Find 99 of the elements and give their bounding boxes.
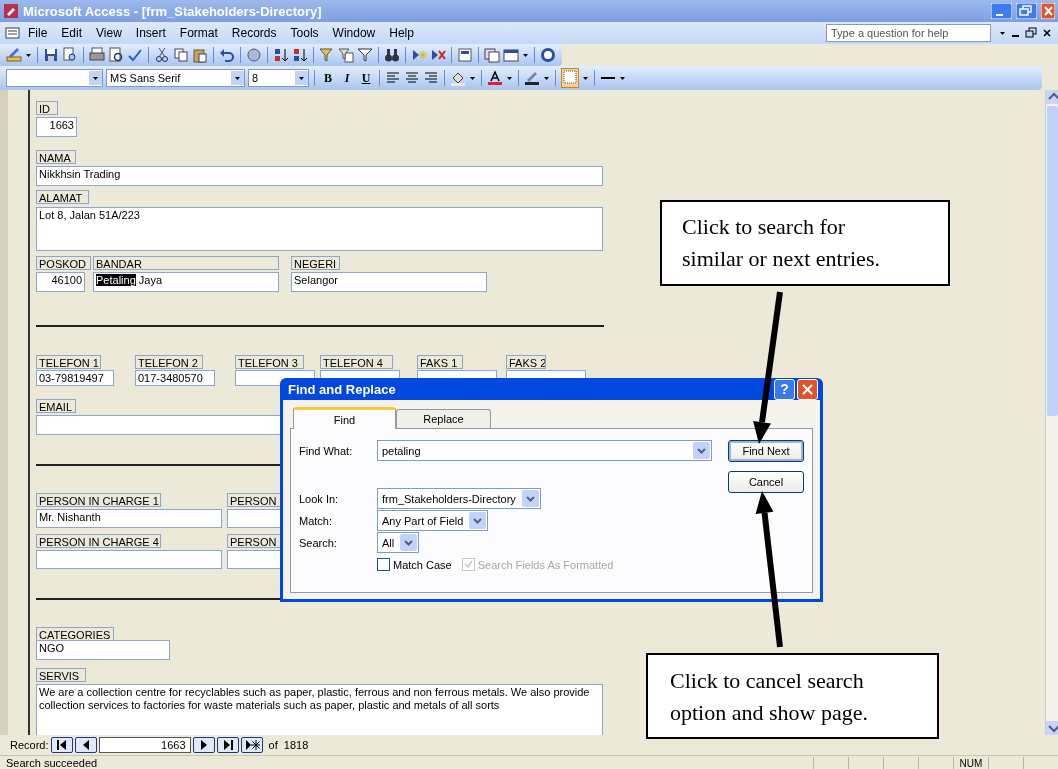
field-label: ID xyxy=(36,101,58,115)
fill-color-icon[interactable] xyxy=(450,70,466,86)
filter-icon[interactable] xyxy=(357,47,373,63)
undo-icon[interactable] xyxy=(219,47,235,63)
font-size-combo[interactable]: 8 xyxy=(248,69,309,87)
text-field[interactable]: Petaling Jaya xyxy=(93,272,279,292)
italic-button[interactable]: I xyxy=(339,70,355,86)
tab[interactable]: Replace xyxy=(396,409,491,428)
status-indicator: NUM xyxy=(953,756,988,769)
save-icon[interactable] xyxy=(43,47,59,63)
align-right-icon[interactable] xyxy=(423,70,439,86)
help-icon[interactable] xyxy=(540,47,556,63)
font-combo[interactable]: MS Sans Serif xyxy=(106,69,245,87)
checkbox-label: Match Case xyxy=(393,558,452,571)
restore-icon[interactable] xyxy=(1024,25,1038,41)
menu-item[interactable]: Insert xyxy=(129,24,172,42)
checkbox[interactable] xyxy=(377,558,390,571)
text-field[interactable] xyxy=(36,550,222,569)
filter-selection-icon[interactable] xyxy=(319,47,335,63)
dialog-button[interactable]: Cancel xyxy=(728,471,804,493)
dropdown[interactable]: All xyxy=(377,532,420,553)
record-number-field[interactable]: 1663 xyxy=(98,737,191,753)
new-object-icon[interactable] xyxy=(503,47,519,63)
field-label: Match: xyxy=(299,514,333,527)
field-label: TELEFON 3 xyxy=(235,355,304,369)
form-icon[interactable] xyxy=(4,25,20,41)
dropdown[interactable]: frm_Stakeholders-Directory xyxy=(377,488,541,509)
field-label: FAKS 1 xyxy=(417,355,463,369)
callout-box: Click to search for similar or next entries. xyxy=(660,200,950,286)
status-message: Search succeeded xyxy=(6,757,99,769)
copy-icon[interactable] xyxy=(173,47,189,63)
field-label: POSKOD xyxy=(36,256,91,270)
filter-form-icon[interactable] xyxy=(338,47,354,63)
menu-item[interactable]: File xyxy=(22,24,54,42)
text-field[interactable]: 1663 xyxy=(36,117,77,137)
checkbox-label: Search Fields As Formatted xyxy=(477,558,614,571)
field-label: PERSON IN CHARGE 1 xyxy=(36,493,161,507)
text-field[interactable]: We are a collection centre for recyclables such as paper, plastic, ferrous and non ferrous metals. We also provide collection services to factories for waste materials such as paper, plastic and metals of all sorts xyxy=(36,684,603,735)
delete-record-icon[interactable] xyxy=(430,47,446,63)
text-field[interactable]: NGO xyxy=(36,640,170,660)
database-window-icon[interactable] xyxy=(484,47,500,63)
field-label: BANDAR xyxy=(93,256,279,270)
menu-item[interactable]: Records xyxy=(225,24,283,42)
design-view-icon[interactable] xyxy=(6,47,22,63)
font-color-icon[interactable] xyxy=(487,70,503,86)
field-label: TELEFON 2 xyxy=(135,355,203,369)
align-left-icon[interactable] xyxy=(385,70,401,86)
field-label: TELEFON 4 xyxy=(320,355,393,369)
menu-item[interactable]: Tools xyxy=(284,24,325,42)
new-record-icon[interactable] xyxy=(411,47,427,63)
help-search-field[interactable]: Type a question for help xyxy=(826,24,991,42)
menu-item[interactable]: Edit xyxy=(55,24,89,42)
text-field[interactable]: 46100 xyxy=(36,272,85,292)
underline-button[interactable]: U xyxy=(358,70,374,86)
dialog-title: Find and Replace xyxy=(288,381,397,397)
field-label: NAMA xyxy=(36,150,76,164)
paste-icon[interactable] xyxy=(192,47,208,63)
tab[interactable]: Find xyxy=(293,407,396,429)
text-field[interactable]: Selangor xyxy=(291,272,487,292)
help-button[interactable]: ? xyxy=(774,378,795,400)
record-label: Record: xyxy=(10,739,49,751)
cut-icon[interactable] xyxy=(154,47,170,63)
bold-button[interactable]: B xyxy=(320,70,336,86)
align-center-icon[interactable] xyxy=(404,70,420,86)
field-label: EMAIL xyxy=(36,399,76,413)
menu-item[interactable]: Help xyxy=(383,24,420,42)
menu-item[interactable]: Window xyxy=(326,24,382,42)
text-field[interactable]: Mr. Nishanth xyxy=(36,509,222,528)
print-preview-icon[interactable] xyxy=(108,47,124,63)
field-label: Find What: xyxy=(299,444,354,457)
sort-ascending-icon[interactable] xyxy=(273,47,289,63)
window-title: Microsoft Access - [frm_Stakeholders-Directory] xyxy=(23,3,323,19)
spelling-icon[interactable] xyxy=(127,47,143,63)
text-field[interactable]: Nikkhsin Trading xyxy=(36,166,603,186)
callout-box: Click to cancel search option and show page. xyxy=(646,653,939,739)
field-label: SERVIS xyxy=(36,668,86,682)
sort-descending-icon[interactable] xyxy=(292,47,308,63)
field-label: NEGERI xyxy=(291,256,340,270)
menu-item[interactable]: Format xyxy=(173,24,224,42)
text-field[interactable]: 017-3480570 xyxy=(135,370,215,386)
print-icon[interactable] xyxy=(89,47,105,63)
file-search-icon[interactable] xyxy=(62,47,78,63)
field-label: TELEFON 1 xyxy=(36,355,101,369)
line-color-icon[interactable] xyxy=(524,70,540,86)
field-label: Search: xyxy=(299,536,338,549)
dropdown[interactable]: Any Part of Field xyxy=(377,510,489,531)
field-label: ALAMAT xyxy=(36,190,89,204)
properties-icon[interactable] xyxy=(457,47,473,63)
field-label: FAKS 2 xyxy=(506,355,546,369)
field-label: PERSON IN CHARGE 4 xyxy=(36,534,161,548)
field-label: Look In: xyxy=(299,492,340,505)
binoculars-icon[interactable] xyxy=(384,47,400,63)
record-count: of 1818 xyxy=(268,739,309,751)
menu-item[interactable]: View xyxy=(90,24,128,42)
search-field[interactable]: petaling xyxy=(377,440,712,461)
scrollbar[interactable] xyxy=(1045,90,1058,735)
dialog-button[interactable]: Find Next xyxy=(728,440,804,462)
text-field[interactable]: Lot 8, Jalan 51A/223 xyxy=(36,207,603,251)
text-field[interactable]: 03-79819497 xyxy=(36,370,114,386)
